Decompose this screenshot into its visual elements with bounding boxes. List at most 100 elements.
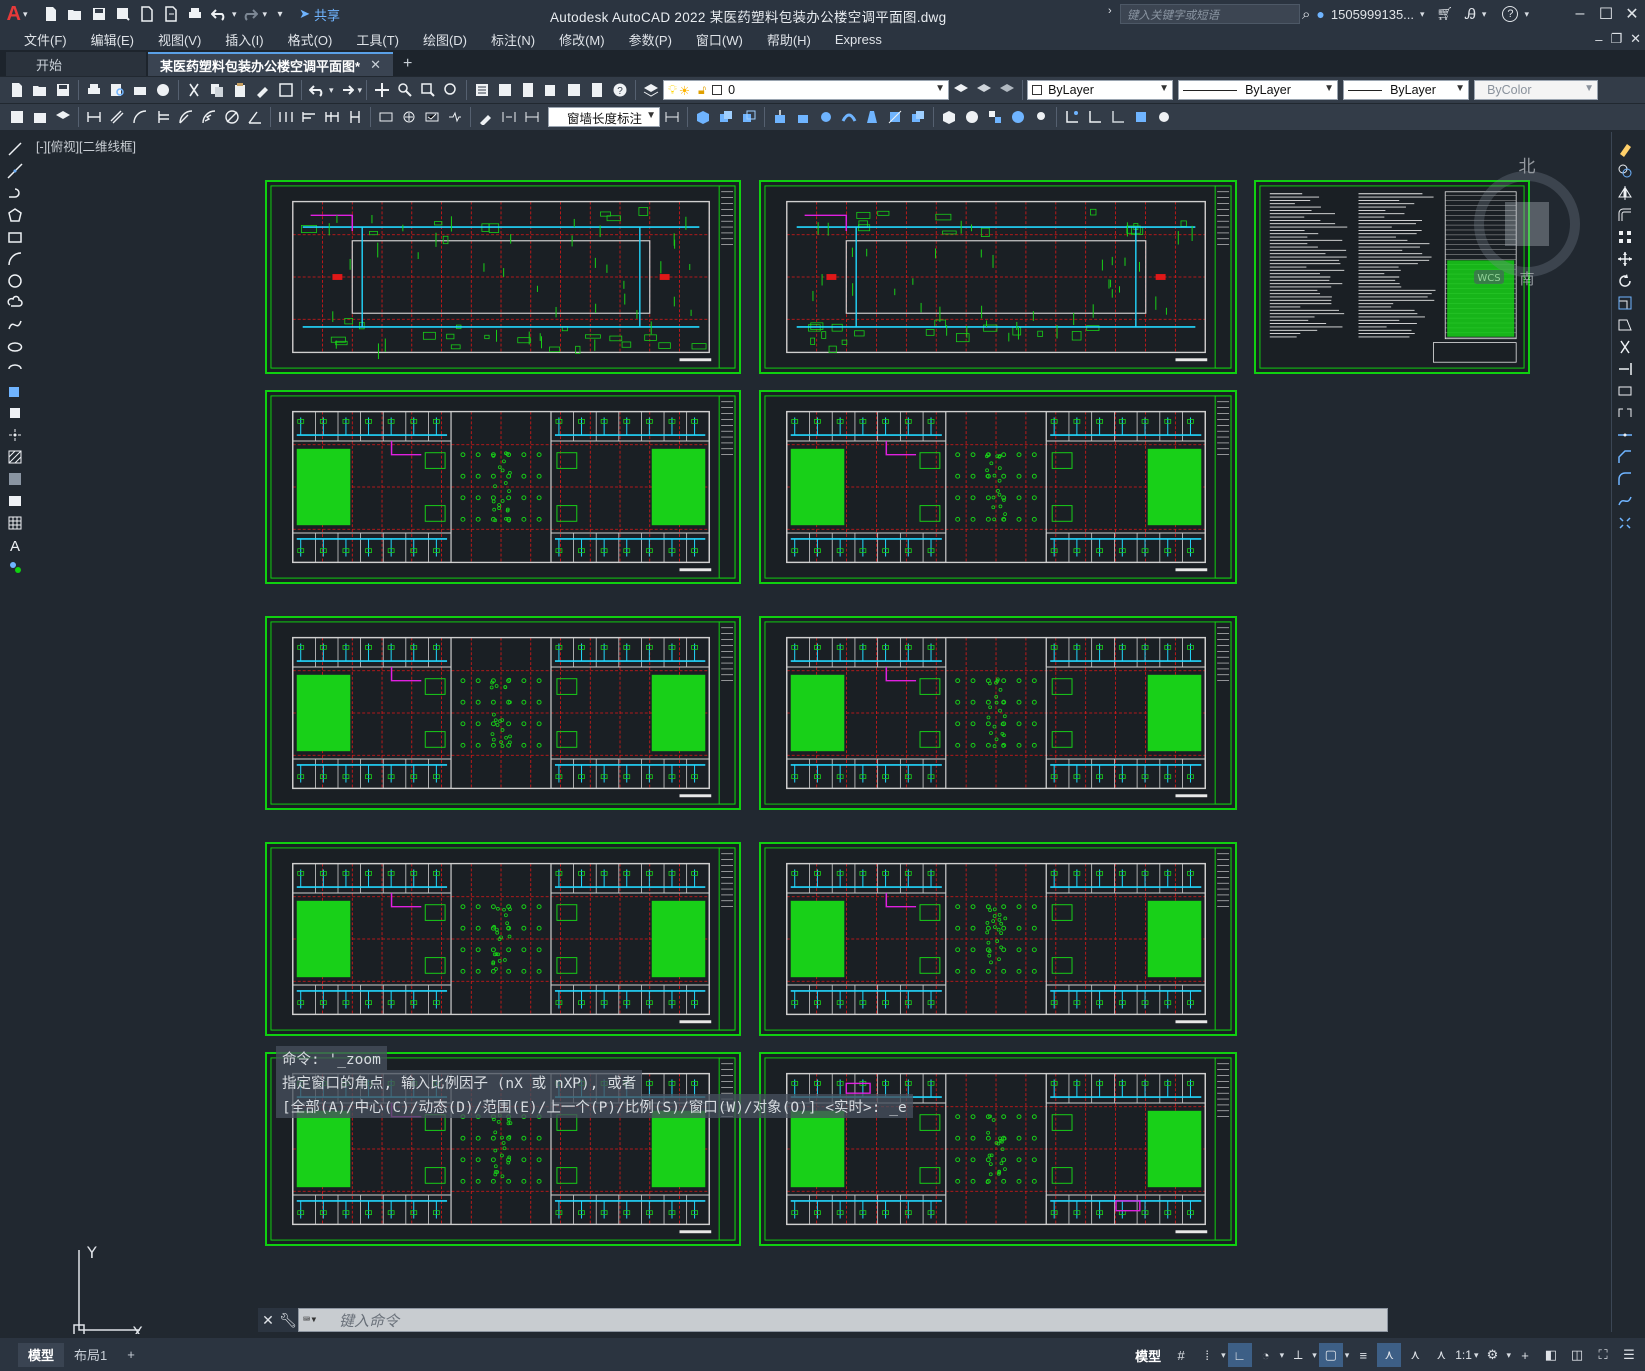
make-block-icon[interactable] xyxy=(4,404,26,422)
maximize-icon[interactable]: ☐ xyxy=(1593,0,1619,28)
doc-restore-icon[interactable]: ❐ xyxy=(1610,31,1622,47)
redo-icon[interactable] xyxy=(335,79,357,101)
add-layout-button[interactable]: + xyxy=(117,1343,145,1367)
redo-icon[interactable] xyxy=(239,3,261,25)
polygon-icon[interactable] xyxy=(4,206,26,224)
dimension-style-icon[interactable] xyxy=(661,106,683,128)
baseline-dimension-icon[interactable] xyxy=(298,106,320,128)
search-icon[interactable]: ⌕ xyxy=(1302,6,1310,23)
minimize-icon[interactable]: – xyxy=(1567,0,1593,28)
new-tab-button[interactable]: + xyxy=(395,52,420,76)
zoom-window-icon[interactable] xyxy=(417,79,439,101)
angular-dimension-icon[interactable] xyxy=(244,106,266,128)
layer-dropdown[interactable]: 💡︎ ☀ 🔓︎ 0 ▼ xyxy=(663,80,950,100)
properties-icon[interactable] xyxy=(471,79,493,101)
erase-icon[interactable] xyxy=(1614,140,1636,158)
menu-file[interactable]: 文件(F) xyxy=(12,30,79,49)
close-icon[interactable]: ✕ xyxy=(370,57,381,73)
layer-state-icon[interactable] xyxy=(996,79,1018,101)
plot-preview-icon[interactable] xyxy=(106,79,128,101)
solid-box-icon[interactable] xyxy=(692,106,714,128)
model-space-button[interactable]: 模型 xyxy=(1129,1346,1167,1365)
undo-icon[interactable] xyxy=(208,3,230,25)
doc-minimize-icon[interactable]: – xyxy=(1595,32,1602,47)
mirror-icon[interactable] xyxy=(1614,184,1636,202)
share-button[interactable]: ➤ 共享 xyxy=(291,5,348,24)
arc-icon[interactable] xyxy=(4,250,26,268)
materials-icon[interactable] xyxy=(1007,106,1029,128)
radius-dimension-icon[interactable] xyxy=(175,106,197,128)
menu-modify[interactable]: 修改(M) xyxy=(547,30,617,49)
ortho-icon[interactable]: ∟ xyxy=(1227,1343,1252,1367)
match-properties-icon[interactable] xyxy=(252,79,274,101)
ucs-icon[interactable] xyxy=(1061,106,1083,128)
sheet-set-icon[interactable] xyxy=(540,79,562,101)
3d-print-icon[interactable] xyxy=(152,79,174,101)
user-name[interactable]: 1505999135... xyxy=(1331,7,1414,22)
region-icon[interactable] xyxy=(4,492,26,510)
tab-start[interactable]: 开始 xyxy=(6,52,146,76)
plot-icon[interactable] xyxy=(184,3,206,25)
annotation-scale-value[interactable]: 1:1 xyxy=(1455,1348,1472,1362)
grid-icon[interactable]: # xyxy=(1169,1343,1193,1367)
dimension-edit-icon[interactable] xyxy=(475,106,497,128)
lineweight-icon[interactable]: ≡ xyxy=(1351,1343,1375,1367)
annotation-visibility-icon[interactable]: ⋏ xyxy=(1377,1343,1402,1367)
viewport-controls[interactable]: [-][俯视][二维线框] xyxy=(36,136,136,155)
explode-icon[interactable] xyxy=(1614,514,1636,532)
chevron-right-icon[interactable]: › xyxy=(1108,5,1112,17)
design-center-icon[interactable] xyxy=(494,79,516,101)
insert-block-icon[interactable] xyxy=(4,382,26,400)
help-icon[interactable]: ? xyxy=(1502,6,1519,22)
menu-format[interactable]: 格式(O) xyxy=(276,30,345,49)
tab-layout1[interactable]: 布局1 xyxy=(64,1343,117,1367)
save-as-icon[interactable] xyxy=(112,3,134,25)
layer-properties-icon[interactable] xyxy=(640,79,662,101)
annotation-scale-icon[interactable]: ⋏ xyxy=(1429,1343,1453,1367)
dimension-text-edit-icon[interactable] xyxy=(498,106,520,128)
loft-icon[interactable] xyxy=(861,106,883,128)
break-at-point-icon[interactable] xyxy=(1614,382,1636,400)
linetype-dropdown[interactable]: ByLayer ▼ xyxy=(1178,80,1339,100)
edit-block-icon[interactable] xyxy=(29,106,51,128)
gradient-icon[interactable] xyxy=(4,470,26,488)
menu-express[interactable]: Express xyxy=(823,32,894,47)
viewcube[interactable]: 北 南 WCS xyxy=(1472,144,1582,294)
hatch-icon[interactable] xyxy=(4,448,26,466)
menu-parametric[interactable]: 参数(P) xyxy=(617,30,684,49)
jogged-linear-icon[interactable] xyxy=(444,106,466,128)
make-current-layer-icon[interactable] xyxy=(950,79,972,101)
doc-close-icon[interactable]: ✕ xyxy=(1630,31,1641,47)
undo-icon[interactable] xyxy=(306,79,328,101)
multiline-text-icon[interactable]: A xyxy=(4,536,26,554)
layer-previous-icon[interactable] xyxy=(973,79,995,101)
tolerance-icon[interactable] xyxy=(375,106,397,128)
tab-drawing[interactable]: 某医药塑料包装办公楼空调平面图* ✕ xyxy=(148,52,393,76)
ucs-previous-icon[interactable] xyxy=(1107,106,1129,128)
polar-icon[interactable]: ◔ xyxy=(1254,1343,1278,1367)
workspace-icon[interactable] xyxy=(6,106,28,128)
quick-dimension-icon[interactable] xyxy=(275,106,297,128)
menu-edit[interactable]: 编辑(E) xyxy=(79,30,146,49)
table-icon[interactable] xyxy=(4,514,26,532)
search-input[interactable]: 键入关键字或短语 xyxy=(1120,4,1300,24)
dimension-space-icon[interactable] xyxy=(344,106,366,128)
plot-icon[interactable] xyxy=(83,79,105,101)
dimension-update-icon[interactable] xyxy=(521,106,543,128)
command-close-icon[interactable]: ✕ xyxy=(258,1308,278,1332)
join-icon[interactable] xyxy=(1614,426,1636,444)
menu-dimension[interactable]: 标注(N) xyxy=(479,30,547,49)
continue-dimension-icon[interactable] xyxy=(321,106,343,128)
zoom-realtime-icon[interactable] xyxy=(394,79,416,101)
move-icon[interactable] xyxy=(1614,250,1636,268)
user-icon[interactable]: ● xyxy=(1316,6,1324,22)
block-editor-icon[interactable] xyxy=(275,79,297,101)
copy-icon[interactable] xyxy=(206,79,228,101)
line-icon[interactable] xyxy=(4,140,26,158)
cart-icon[interactable]: 🛒︎ xyxy=(1437,6,1454,22)
open-icon[interactable] xyxy=(29,79,51,101)
autodesk-app-icon[interactable]: Ꭿ xyxy=(1465,6,1476,23)
zoom-previous-icon[interactable] xyxy=(440,79,462,101)
scale-icon[interactable] xyxy=(1614,294,1636,312)
tab-model[interactable]: 模型 xyxy=(18,1342,65,1367)
